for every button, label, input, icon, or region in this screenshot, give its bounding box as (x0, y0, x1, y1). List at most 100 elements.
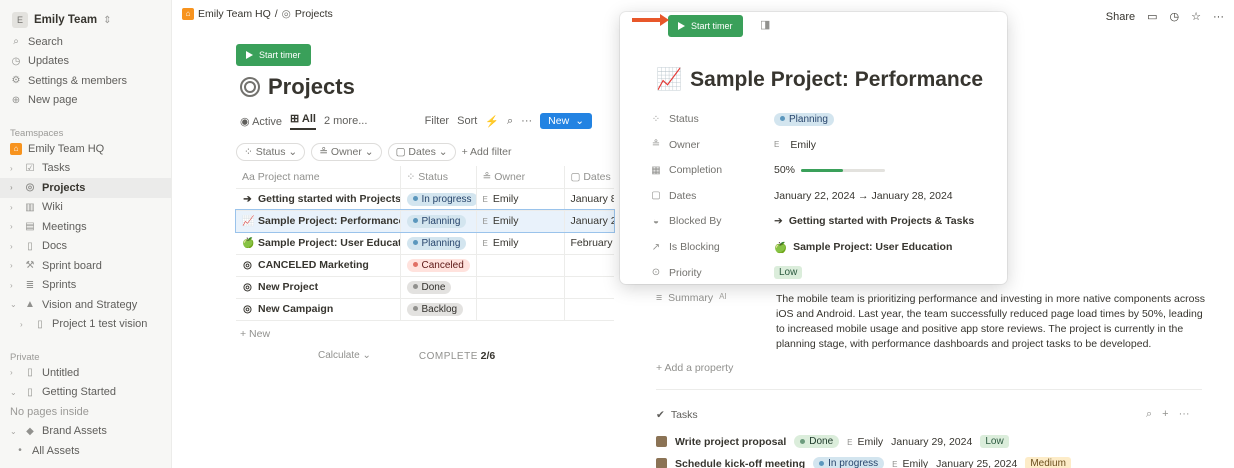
property-value-wrap[interactable]: E Emily (774, 139, 816, 151)
status-cell[interactable]: In progress (399, 188, 476, 211)
status-cell[interactable]: Backlog (399, 298, 476, 321)
owner-cell[interactable]: E Emily (475, 188, 564, 211)
sidebar-item-vision-and-strategy[interactable]: ⌄ ▲ Vision and Strategy (0, 295, 171, 315)
owner-cell[interactable] (475, 254, 564, 277)
project-name-cell[interactable]: ◎ New Campaign (236, 298, 400, 321)
add-icon[interactable]: + (1162, 408, 1168, 421)
task-name[interactable]: Write project proposal (675, 436, 786, 448)
chevron-down-icon[interactable]: ⌄ (10, 300, 18, 309)
complete-summary[interactable]: COMPLETE 2/6 (419, 350, 495, 362)
more-icon[interactable]: ··· (521, 115, 532, 127)
owner-cell[interactable] (475, 276, 564, 299)
sidebar-item-project-1-test-vision[interactable]: › ▯ Project 1 test vision (0, 315, 171, 335)
add-property-button[interactable]: + Add a property (656, 362, 733, 374)
status-badge[interactable]: Backlog (406, 302, 464, 316)
property-completion[interactable]: ▦ Completion 50% (650, 159, 886, 181)
status-cell[interactable]: Done (399, 276, 476, 299)
sidebar-item-settings-members[interactable]: ⚙ Settings & members (0, 71, 171, 91)
tab-all[interactable]: ⊞ All (290, 112, 316, 130)
chevron-right-icon[interactable]: › (10, 242, 18, 251)
sidebar-item-new-page[interactable]: ⊕ New page (0, 91, 171, 111)
more-icon[interactable]: ··· (1179, 408, 1190, 421)
table-row[interactable]: ◎ New Project Done (236, 276, 614, 299)
owner-cell[interactable]: E Emily (475, 232, 564, 255)
property-status[interactable]: ⁘ Status Planning (650, 108, 834, 130)
layout-icon[interactable]: ◨ (760, 18, 770, 31)
sidebar-item-updates[interactable]: ◷ Updates (0, 52, 171, 72)
dates-filter[interactable]: ▢ Dates ⌄ (387, 143, 456, 161)
owner[interactable]: E Emily (847, 436, 883, 448)
task-row[interactable]: Schedule kick-off meeting In progress EE… (656, 457, 1071, 468)
chevron-down-icon[interactable]: ⌄ (10, 427, 18, 436)
priority-badge[interactable]: Low (774, 266, 803, 280)
owner-filter[interactable]: ≗ Owner ⌄ (311, 143, 382, 161)
workspace-switcher[interactable]: E Emily Team ⇕ (0, 8, 171, 32)
chevron-right-icon[interactable]: › (10, 281, 18, 290)
priority-badge[interactable]: Medium (1025, 457, 1071, 468)
status-cell[interactable]: Planning (399, 232, 476, 255)
status-badge[interactable]: In progress (406, 192, 476, 206)
project-name-cell[interactable]: ➔ Getting started with Projects & Tasks (236, 188, 400, 211)
owner-cell[interactable] (475, 298, 564, 321)
task-name[interactable]: Schedule kick-off meeting (675, 458, 805, 468)
chevron-right-icon[interactable]: › (20, 320, 28, 329)
search-icon[interactable]: ⌕ (507, 115, 513, 128)
sidebar-item-getting-started[interactable]: ⌄ ▯ Getting Started (0, 383, 171, 403)
sidebar-item-docs[interactable]: › ▯ Docs (0, 237, 171, 257)
header-project-name[interactable]: Aa Project name (236, 166, 400, 189)
header-owner[interactable]: ≗ Owner (475, 166, 564, 189)
dates-cell[interactable] (563, 298, 614, 321)
owner[interactable]: E Emily (892, 458, 928, 468)
filter-button[interactable]: Filter (425, 115, 449, 127)
sidebar-item-all-assets[interactable]: • All Assets (0, 441, 171, 461)
project-name-cell[interactable]: ◎ New Project (236, 276, 400, 299)
project-name-cell[interactable]: ◎ CANCELED Marketing (236, 254, 400, 277)
property-value-wrap[interactable]: Low (774, 266, 803, 280)
header-status[interactable]: ⁘ Status (399, 166, 476, 189)
priority-badge[interactable]: Low (980, 435, 1009, 448)
status-badge[interactable]: Planning (406, 214, 467, 228)
status-badge[interactable]: Planning (406, 236, 467, 250)
calculate-button[interactable]: Calculate ⌄ (318, 350, 371, 362)
tab-more[interactable]: 2 more... (324, 115, 367, 127)
start-timer-button[interactable]: Start timer (236, 44, 311, 66)
status-badge[interactable]: Canceled (406, 258, 470, 272)
breadcrumb-root[interactable]: Emily Team HQ (198, 8, 271, 20)
sidebar-item-wiki[interactable]: › ▥ Wiki (0, 198, 171, 218)
property-blocked-by[interactable]: ◒ Blocked By ➔ Getting started with Projec… (650, 210, 974, 232)
dates-cell[interactable] (563, 254, 614, 277)
project-name-cell[interactable]: 🍏Sample Project: User Education (236, 232, 400, 255)
property-value-wrap[interactable]: Planning (774, 112, 834, 126)
project-name-cell[interactable]: 📈 Sample Project: Performance (236, 210, 400, 233)
more-icon[interactable]: ··· (1213, 11, 1224, 23)
sidebar-item-untitled[interactable]: › ▯ Untitled (0, 363, 171, 383)
sidebar-item-brand-assets[interactable]: ⌄ ◆ Brand Assets (0, 422, 171, 442)
property-value-wrap[interactable]: ➔ Getting started with Projects & Tasks (774, 215, 974, 227)
owner-cell[interactable]: E Emily (475, 210, 564, 233)
breadcrumb-current[interactable]: Projects (295, 8, 333, 20)
sidebar-item-emily-team-hq[interactable]: ⌂ Emily Team HQ (0, 139, 171, 159)
chevron-right-icon[interactable]: › (10, 164, 18, 173)
chevron-down-icon[interactable]: ⌄ (10, 388, 18, 397)
header-dates[interactable]: ▢ Dates (563, 166, 614, 189)
relation-link[interactable]: Getting started with Projects & Tasks (789, 215, 974, 227)
dates-cell[interactable]: February (563, 232, 614, 255)
table-row[interactable]: ◎ New Campaign Backlog (236, 298, 614, 321)
dates-cell[interactable]: January 8 (563, 188, 614, 211)
property-value-wrap[interactable]: January 22, 2024 → January 28, 2024 (774, 190, 953, 202)
table-row[interactable]: ➔ Getting started with Projects & Tasks I… (236, 188, 614, 211)
automation-icon[interactable]: ⚡ (485, 115, 499, 128)
sidebar-item-meetings[interactable]: › ▤ Meetings (0, 217, 171, 237)
start-timer-button[interactable]: Start timer (668, 15, 743, 37)
dates-cell[interactable]: January 2 (563, 210, 614, 233)
property-owner[interactable]: ≗ Owner E Emily (650, 134, 816, 156)
property-is-blocking[interactable]: ↗ Is Blocking 🍏 Sample Project: User Educa… (650, 236, 953, 258)
search-icon[interactable]: ⌕ (1146, 408, 1152, 421)
chevron-right-icon[interactable]: › (10, 203, 18, 212)
sort-button[interactable]: Sort (457, 115, 477, 127)
history-icon[interactable]: ◷ (1170, 10, 1180, 23)
relation-link[interactable]: Sample Project: User Education (793, 241, 952, 253)
sidebar-item-sprints[interactable]: › ≣ Sprints (0, 276, 171, 296)
chevron-right-icon[interactable]: › (10, 222, 18, 231)
status-badge[interactable]: Planning (774, 112, 834, 126)
